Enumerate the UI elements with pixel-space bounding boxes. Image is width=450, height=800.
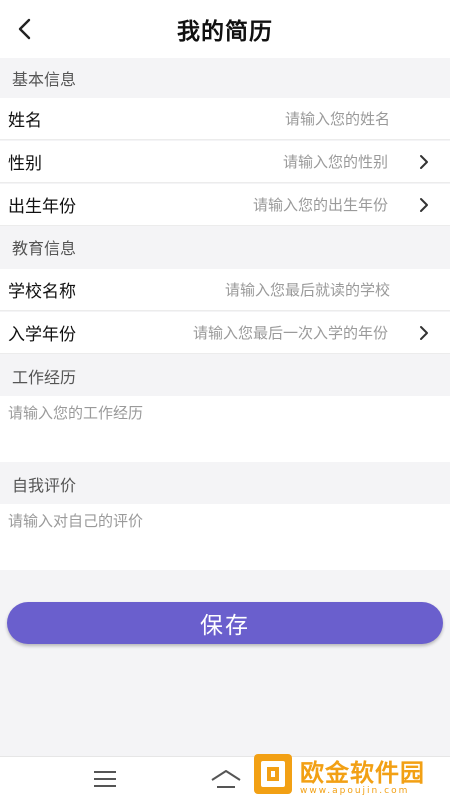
school-label: 学校名称 bbox=[8, 282, 76, 302]
watermark-logo-icon bbox=[254, 754, 292, 794]
row-enroll-year[interactable]: 入学年份 bbox=[0, 312, 450, 354]
row-birth-year[interactable]: 出生年份 bbox=[0, 184, 450, 226]
birth-year-label: 出生年份 bbox=[8, 197, 76, 217]
chevron-right-icon[interactable] bbox=[412, 150, 436, 174]
header-bar: 我的简历 bbox=[0, 0, 450, 58]
watermark-text: 欧金软件园 www.apoujin.com bbox=[300, 753, 425, 796]
chevron-left-icon bbox=[18, 18, 31, 40]
work-experience-input[interactable] bbox=[0, 396, 450, 462]
chevron-right-icon[interactable] bbox=[412, 321, 436, 345]
save-button[interactable]: 保存 bbox=[7, 602, 443, 644]
name-input[interactable] bbox=[118, 109, 390, 128]
resume-screen: 我的简历 基本信息 姓名 性别 出生年份 教育信息 学校名称 入学年份 工作经历 bbox=[0, 0, 450, 800]
birth-year-input[interactable] bbox=[118, 195, 388, 214]
gender-label: 性别 bbox=[8, 154, 42, 174]
menu-icon[interactable] bbox=[92, 768, 118, 790]
enroll-year-label: 入学年份 bbox=[8, 325, 76, 345]
row-name: 姓名 bbox=[0, 98, 450, 140]
back-button[interactable] bbox=[10, 14, 40, 44]
name-label: 姓名 bbox=[8, 111, 42, 131]
watermark: 欧金软件园 www.apoujin.com bbox=[252, 748, 450, 800]
self-evaluation-input[interactable] bbox=[0, 504, 450, 570]
section-basic-info: 基本信息 bbox=[0, 58, 450, 98]
watermark-url: www.apoujin.com bbox=[300, 785, 410, 796]
section-work-experience: 工作经历 bbox=[0, 356, 450, 396]
home-icon[interactable] bbox=[209, 767, 243, 791]
school-input[interactable] bbox=[118, 280, 390, 299]
chevron-right-icon[interactable] bbox=[412, 193, 436, 217]
row-gender[interactable]: 性别 bbox=[0, 141, 450, 183]
self-evaluation-area bbox=[0, 504, 450, 570]
row-school: 学校名称 bbox=[0, 269, 450, 311]
page-title: 我的简历 bbox=[177, 19, 273, 45]
watermark-title: 欧金软件园 bbox=[300, 758, 425, 787]
section-self-evaluation: 自我评价 bbox=[0, 464, 450, 504]
enroll-year-input[interactable] bbox=[118, 323, 388, 342]
section-education-info: 教育信息 bbox=[0, 227, 450, 267]
gender-input[interactable] bbox=[118, 152, 388, 171]
work-experience-area bbox=[0, 396, 450, 462]
